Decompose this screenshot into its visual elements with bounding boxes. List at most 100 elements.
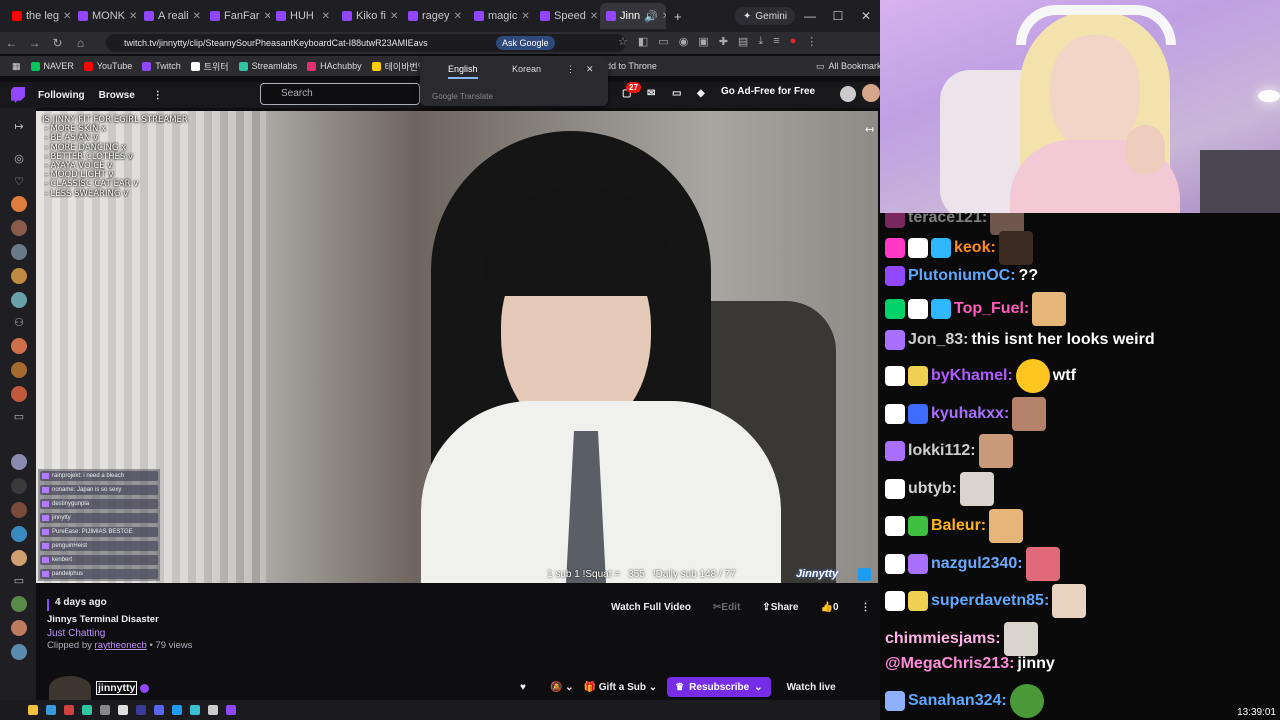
extension-icon[interactable]: ◉ — [679, 35, 689, 48]
bookmark[interactable]: Twitch — [142, 61, 181, 71]
close-icon[interactable]: ✕ — [590, 11, 598, 22]
browser-tab-active[interactable]: Jinn🔊 ✕ — [600, 3, 666, 29]
browser-tab[interactable]: Speed ✕ — [534, 3, 600, 29]
translate-korean-tab[interactable]: Korean — [512, 64, 541, 74]
whispers-icon[interactable]: ▭ — [672, 88, 681, 99]
watch-full-video-button[interactable]: Watch Full Video — [604, 598, 698, 616]
taskbar-app-icon[interactable] — [28, 705, 38, 715]
sidebar-channel-avatar[interactable] — [11, 220, 27, 236]
gift-sub-button[interactable]: 🎁 Gift a Sub ⌄ — [584, 682, 658, 693]
browser-tab[interactable]: magic ✕ — [468, 3, 534, 29]
close-icon[interactable]: ✕ — [662, 11, 666, 22]
collapse-sidebar-icon[interactable]: ↦ — [12, 120, 26, 133]
sidebar-channel-avatar[interactable] — [11, 550, 27, 566]
sidebar-channel-avatar[interactable] — [11, 620, 27, 636]
browser-tab[interactable]: Kiko fi ✕ — [336, 3, 402, 29]
cast-icon[interactable]: ▭ — [658, 35, 668, 48]
browser-tab[interactable]: MONK ✕ — [72, 3, 138, 29]
chat-username[interactable]: keok: — [954, 239, 996, 257]
taskbar-app-icon[interactable] — [46, 705, 56, 715]
bookmark[interactable]: 트위터 — [190, 60, 229, 73]
ad-free-button[interactable]: Go Ad-Free for Free — [721, 86, 815, 97]
sidebar-channel-avatar[interactable] — [11, 362, 27, 378]
close-icon[interactable]: ✕ — [63, 11, 71, 22]
sidebar-channel-avatar[interactable] — [11, 244, 27, 260]
extension-icon[interactable]: ▣ — [698, 35, 708, 48]
sidebar-channel-avatar[interactable] — [11, 338, 27, 354]
taskbar-app-icon[interactable] — [100, 705, 110, 715]
close-icon[interactable]: ✕ — [586, 64, 594, 75]
taskbar-app-icon[interactable] — [172, 705, 182, 715]
maximize-icon[interactable]: ☐ — [824, 9, 852, 23]
browser-tab[interactable]: FanFar ✕ — [204, 3, 270, 29]
channel-avatar[interactable] — [49, 676, 91, 700]
chat-username[interactable]: kyuhakxx: — [931, 405, 1009, 423]
profile-icon[interactable]: ● — [790, 35, 797, 48]
chat-username[interactable]: @MegaChris213: — [885, 655, 1014, 673]
chat-username[interactable]: nazgul2340: — [931, 555, 1023, 573]
clipper-link[interactable]: raytheonecb — [95, 640, 147, 651]
all-bookmarks[interactable]: ▭ All Bookmarks — [816, 61, 886, 72]
chat-username[interactable]: byKhamel: — [931, 367, 1013, 385]
taskbar-app-icon[interactable] — [82, 705, 92, 715]
heart-icon[interactable]: ♡ — [12, 175, 26, 188]
taskbar-app-icon[interactable] — [118, 705, 128, 715]
chat-username[interactable]: Sanahan324: — [908, 692, 1007, 710]
more-options-icon[interactable]: ⋮ — [854, 598, 878, 616]
taskbar-app-icon[interactable] — [226, 705, 236, 715]
minimize-icon[interactable]: — — [796, 9, 824, 23]
apps-icon[interactable]: ▦ — [12, 61, 21, 72]
edit-button[interactable]: ✂ Edit — [706, 598, 747, 616]
nav-browse[interactable]: Browse — [99, 90, 135, 101]
clip-video-player[interactable]: IS JINNY FIT FOR EGIRL STREAMER - MORE S… — [36, 111, 878, 583]
sidebar-channel-avatar[interactable] — [11, 196, 27, 212]
theatre-mode-icon[interactable]: ↤ — [865, 123, 874, 136]
chat-username[interactable]: terace121: — [908, 213, 987, 227]
taskbar-app-icon[interactable] — [64, 705, 74, 715]
ask-google-button[interactable]: Ask Google — [496, 36, 555, 50]
user-avatar[interactable] — [840, 86, 856, 102]
close-icon[interactable]: ✕ — [454, 11, 462, 22]
bookmark[interactable]: dd to Throne — [606, 61, 657, 71]
bookmark[interactable]: YouTube — [83, 61, 132, 71]
bookmark[interactable]: NAVER — [30, 61, 74, 71]
like-button[interactable]: 👍 0 — [813, 598, 845, 616]
bookmark[interactable]: Streamlabs — [238, 61, 297, 71]
sidebar-channel-avatar[interactable] — [11, 596, 27, 612]
chat-username[interactable]: PlutoniumOC: — [908, 267, 1016, 285]
browser-tab[interactable]: ragey ✕ — [402, 3, 468, 29]
nav-following[interactable]: Following — [38, 90, 85, 101]
taskbar-app-icon[interactable] — [208, 705, 218, 715]
sidebar-channel-avatar[interactable] — [11, 502, 27, 518]
search-input[interactable]: Search — [260, 83, 420, 105]
notification-bell-icon[interactable]: 🔕 ⌄ — [550, 682, 574, 693]
chat-username[interactable]: Baleur: — [931, 517, 986, 535]
browser-tab[interactable]: A reali ✕ — [138, 3, 204, 29]
puzzle-icon[interactable]: ✚ — [719, 35, 728, 48]
chat-username[interactable]: chimmiesjams: — [885, 630, 1001, 648]
taskbar-app-icon[interactable] — [154, 705, 164, 715]
forward-icon[interactable]: → — [23, 36, 46, 50]
sidebar-channel-avatar[interactable] — [11, 268, 27, 284]
audio-icon[interactable]: 🔊 — [644, 10, 658, 23]
reload-icon[interactable]: ↻ — [46, 36, 69, 50]
browser-tab[interactable]: HUH ✕ — [270, 3, 336, 29]
recommended-icon[interactable]: ◎ — [12, 152, 26, 165]
home-icon[interactable]: ⌂ — [69, 36, 92, 50]
chat-username[interactable]: lokki112: — [908, 442, 976, 460]
resubscribe-button[interactable]: ♛ Resubscribe ⌄ — [667, 677, 771, 697]
gemini-button[interactable]: ✦ Gemini — [735, 7, 796, 25]
crown-icon[interactable]: ◆ — [697, 88, 705, 99]
sidebar-channel-avatar[interactable] — [11, 386, 27, 402]
share-button[interactable]: ⇪ Share — [755, 598, 805, 616]
sidebar-channel-avatar[interactable] — [11, 478, 27, 494]
sidebar-channel-avatar[interactable] — [11, 526, 27, 542]
new-tab-icon[interactable]: + — [674, 9, 682, 24]
twitch-logo-icon[interactable] — [11, 87, 25, 103]
kebab-menu-icon[interactable]: ⋮ — [566, 64, 575, 75]
watch-live-button[interactable]: Watch live — [781, 677, 842, 697]
sidebar-channel-avatar[interactable] — [11, 292, 27, 308]
close-icon[interactable]: ✕ — [193, 11, 201, 22]
extension-icon[interactable]: ◧ — [638, 35, 648, 48]
chat-username[interactable]: superdavetn85: — [931, 592, 1049, 610]
